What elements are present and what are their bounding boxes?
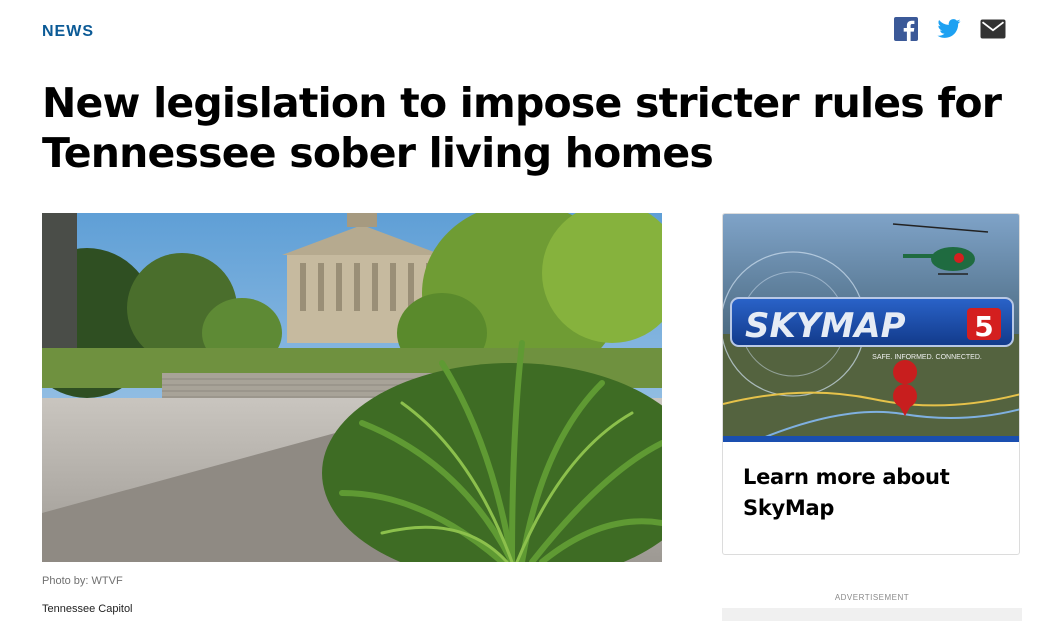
skymap-promo-image: SKYMAP 5 SAFE. INFORMED. CONNECTED.	[723, 214, 1019, 442]
twitter-icon[interactable]	[936, 16, 962, 42]
svg-text:SKYMAP: SKYMAP	[745, 306, 906, 346]
section-label-news[interactable]: NEWS	[42, 23, 94, 41]
svg-text:5: 5	[974, 310, 993, 343]
email-icon[interactable]	[980, 16, 1006, 42]
advertisement-label: ADVERTISEMENT	[834, 593, 910, 602]
svg-text:SAFE. INFORMED. CONNECTED.: SAFE. INFORMED. CONNECTED.	[872, 354, 982, 361]
article-headline: New legislation to impose stricter rules…	[42, 79, 1002, 177]
hero-image	[42, 213, 662, 562]
photo-credit: Photo by: WTVF	[42, 575, 123, 587]
photo-caption: Tennessee Capitol	[42, 603, 133, 615]
skymap-promo-card[interactable]: SKYMAP 5 SAFE. INFORMED. CONNECTED. Lear…	[722, 213, 1020, 555]
share-bar	[893, 16, 1009, 42]
skymap-promo-title[interactable]: Learn more about SkyMap	[743, 462, 1003, 524]
facebook-icon[interactable]	[893, 16, 919, 42]
advertisement-slot[interactable]	[722, 608, 1022, 621]
